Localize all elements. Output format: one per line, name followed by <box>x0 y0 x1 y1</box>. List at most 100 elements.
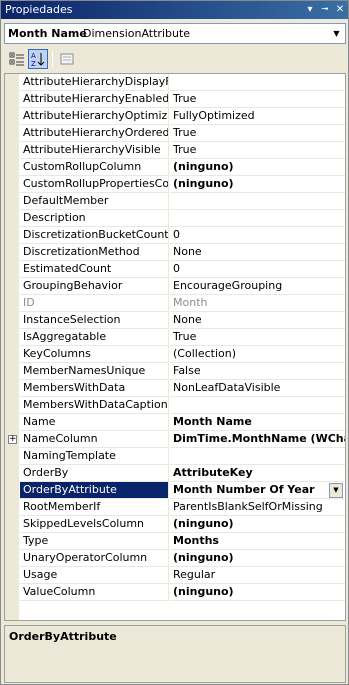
property-row[interactable]: MemberNamesUnique False <box>5 363 345 380</box>
pin-icon[interactable]: ╼ <box>318 3 332 16</box>
property-value[interactable]: DimTime.MonthName (WChar) <box>170 431 345 448</box>
property-value[interactable]: (Collection) <box>170 346 345 363</box>
property-value[interactable]: Month Name <box>170 414 345 431</box>
property-value[interactable]: Month Number Of Year <box>170 482 345 499</box>
property-value[interactable]: True <box>170 125 345 142</box>
property-name[interactable]: Description <box>20 210 169 227</box>
property-value[interactable]: 0 <box>170 227 345 244</box>
close-icon[interactable]: ✕ <box>333 3 347 16</box>
property-value[interactable]: Regular <box>170 567 345 584</box>
property-name[interactable]: DiscretizationBucketCount <box>20 227 169 244</box>
property-name[interactable]: ID <box>20 295 169 312</box>
property-value[interactable]: (ninguno) <box>170 176 345 193</box>
property-row[interactable]: Usage Regular <box>5 567 345 584</box>
property-row[interactable]: KeyColumns (Collection) <box>5 346 345 363</box>
property-name[interactable]: AttributeHierarchyEnabled <box>20 91 169 108</box>
property-name[interactable]: AttributeHierarchyOrdered <box>20 125 169 142</box>
property-name[interactable]: GroupingBehavior <box>20 278 169 295</box>
property-row[interactable]: OrderByAttribute Month Number Of Year ▼ <box>5 482 345 499</box>
property-row[interactable]: NamingTemplate <box>5 448 345 465</box>
property-row[interactable]: MembersWithData NonLeafDataVisible <box>5 380 345 397</box>
property-name[interactable]: CustomRollupColumn <box>20 159 169 176</box>
property-name[interactable]: DefaultMember <box>20 193 169 210</box>
property-name[interactable]: OrderBy <box>20 465 169 482</box>
property-value[interactable] <box>170 74 345 91</box>
property-row[interactable]: AttributeHierarchyEnabled True <box>5 91 345 108</box>
property-row[interactable]: ID Month <box>5 295 345 312</box>
property-row[interactable]: IsAggregatable True <box>5 329 345 346</box>
property-value[interactable]: (ninguno) <box>170 584 345 601</box>
object-selector[interactable]: Month Name DimensionAttribute ▼ <box>4 23 346 44</box>
property-name[interactable]: AttributeHierarchyDisplayFolder <box>20 74 169 91</box>
title-bar[interactable]: Propiedades ▾ ╼ ✕ <box>1 1 348 19</box>
alphabetical-button[interactable]: A Z <box>28 49 48 69</box>
property-name[interactable]: ValueColumn <box>20 584 169 601</box>
property-value[interactable]: ParentIsBlankSelfOrMissing <box>170 499 345 516</box>
property-row[interactable]: ValueColumn (ninguno) <box>5 584 345 601</box>
property-name[interactable]: InstanceSelection <box>20 312 169 329</box>
property-value[interactable]: True <box>170 91 345 108</box>
property-value[interactable]: (ninguno) <box>170 159 345 176</box>
property-row[interactable]: RootMemberIf ParentIsBlankSelfOrMissing <box>5 499 345 516</box>
property-row[interactable]: AttributeHierarchyOrdered True <box>5 125 345 142</box>
property-row[interactable]: AttributeHierarchyOptimizedStateFullyOpt… <box>5 108 345 125</box>
property-value[interactable] <box>170 193 345 210</box>
property-row[interactable]: UnaryOperatorColumn (ninguno) <box>5 550 345 567</box>
property-name[interactable]: AttributeHierarchyVisible <box>20 142 169 159</box>
property-value[interactable]: Months <box>170 533 345 550</box>
property-name[interactable]: CustomRollupPropertiesColumn <box>20 176 169 193</box>
property-name[interactable]: UnaryOperatorColumn <box>20 550 169 567</box>
property-row[interactable]: GroupingBehavior EncourageGrouping <box>5 278 345 295</box>
property-name[interactable]: MembersWithDataCaption <box>20 397 169 414</box>
property-name[interactable]: Usage <box>20 567 169 584</box>
property-row[interactable]: CustomRollupColumn (ninguno) <box>5 159 345 176</box>
property-value[interactable]: 0 <box>170 261 345 278</box>
property-value[interactable]: None <box>170 244 345 261</box>
property-value[interactable]: True <box>170 329 345 346</box>
expand-icon[interactable]: + <box>8 435 17 444</box>
property-row[interactable]: CustomRollupPropertiesColumn(ninguno) <box>5 176 345 193</box>
property-name[interactable]: OrderByAttribute <box>20 482 169 499</box>
property-row[interactable]: DiscretizationMethod None <box>5 244 345 261</box>
property-row[interactable]: SkippedLevelsColumn (ninguno) <box>5 516 345 533</box>
property-value[interactable]: False <box>170 363 345 380</box>
property-row[interactable]: AttributeHierarchyDisplayFolder <box>5 74 345 91</box>
property-pages-button[interactable] <box>57 49 77 69</box>
property-name[interactable]: DiscretizationMethod <box>20 244 169 261</box>
property-value[interactable] <box>170 448 345 465</box>
property-value[interactable]: EncourageGrouping <box>170 278 345 295</box>
property-row[interactable]: Name Month Name <box>5 414 345 431</box>
property-name[interactable]: AttributeHierarchyOptimizedState <box>20 108 169 125</box>
property-name[interactable]: NameColumn <box>20 431 169 448</box>
property-name[interactable]: Type <box>20 533 169 550</box>
chevron-down-icon[interactable]: ▼ <box>329 25 344 42</box>
property-row[interactable]: DefaultMember <box>5 193 345 210</box>
chevron-down-icon[interactable]: ▼ <box>329 483 343 498</box>
property-name[interactable]: KeyColumns <box>20 346 169 363</box>
property-row[interactable]: MembersWithDataCaption <box>5 397 345 414</box>
property-name[interactable]: RootMemberIf <box>20 499 169 516</box>
property-value[interactable]: (ninguno) <box>170 550 345 567</box>
property-value[interactable]: FullyOptimized <box>170 108 345 125</box>
property-row[interactable]: DiscretizationBucketCount 0 <box>5 227 345 244</box>
property-row[interactable]: InstanceSelection None <box>5 312 345 329</box>
property-name[interactable]: IsAggregatable <box>20 329 169 346</box>
property-row[interactable]: OrderBy AttributeKey <box>5 465 345 482</box>
property-name[interactable]: MemberNamesUnique <box>20 363 169 380</box>
property-name[interactable]: EstimatedCount <box>20 261 169 278</box>
property-row[interactable]: + NameColumn DimTime.MonthName (WChar) <box>5 431 345 448</box>
property-row[interactable]: Description <box>5 210 345 227</box>
property-row[interactable]: Type Months <box>5 533 345 550</box>
property-value[interactable]: AttributeKey <box>170 465 345 482</box>
dropdown-icon[interactable]: ▾ <box>303 3 317 16</box>
property-value[interactable]: (ninguno) <box>170 516 345 533</box>
property-value[interactable] <box>170 210 345 227</box>
property-name[interactable]: MembersWithData <box>20 380 169 397</box>
property-name[interactable]: SkippedLevelsColumn <box>20 516 169 533</box>
property-value[interactable] <box>170 397 345 414</box>
property-name[interactable]: NamingTemplate <box>20 448 169 465</box>
property-value[interactable]: None <box>170 312 345 329</box>
property-value[interactable]: NonLeafDataVisible <box>170 380 345 397</box>
categorized-button[interactable] <box>7 49 27 69</box>
property-row[interactable]: EstimatedCount 0 <box>5 261 345 278</box>
